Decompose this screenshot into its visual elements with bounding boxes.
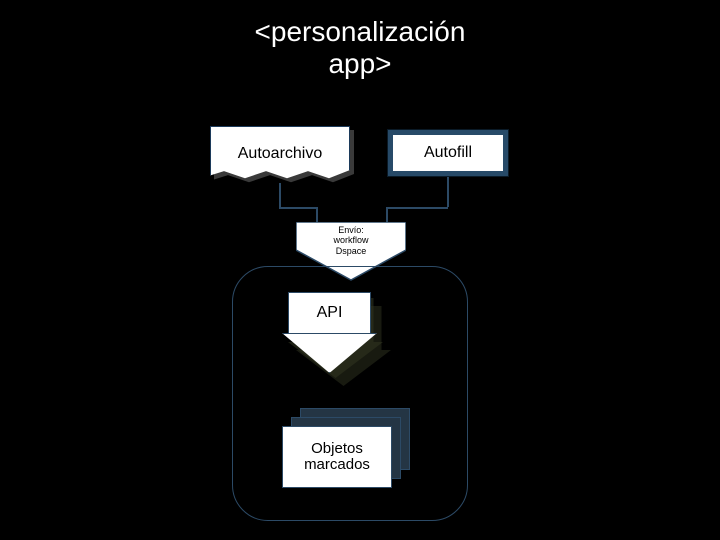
envio-line-3: Dspace	[336, 246, 367, 256]
envio-line-2: workflow	[333, 235, 368, 245]
api-label: API	[288, 292, 371, 334]
objetos-line-2: marcados	[304, 457, 370, 474]
envio-line-1: Envío:	[338, 225, 364, 235]
connector-line	[316, 207, 318, 223]
title-line-2: app>	[328, 48, 391, 79]
connector-line	[386, 207, 448, 209]
connector-line	[386, 207, 388, 223]
objetos-line-1: Objetos	[311, 441, 363, 458]
title-line-1: <personalización	[255, 16, 466, 47]
stack-card-front: Objetos marcados	[282, 426, 392, 488]
api-node: API	[282, 292, 377, 372]
diagram-title: <personalización app>	[0, 16, 720, 80]
autoarchivo-label: Autoarchivo	[210, 126, 350, 181]
autofill-label: Autofill	[424, 144, 472, 162]
connector-line	[279, 207, 317, 209]
connector-line	[447, 177, 449, 207]
connector-line	[279, 183, 281, 207]
autoarchivo-node: Autoarchivo	[210, 126, 350, 181]
arrow-down-icon	[282, 333, 377, 373]
objetos-stack: Objetos marcados	[282, 408, 412, 488]
envio-label: Envío: workflow Dspace	[296, 225, 406, 256]
autofill-node: Autofill	[388, 130, 508, 176]
